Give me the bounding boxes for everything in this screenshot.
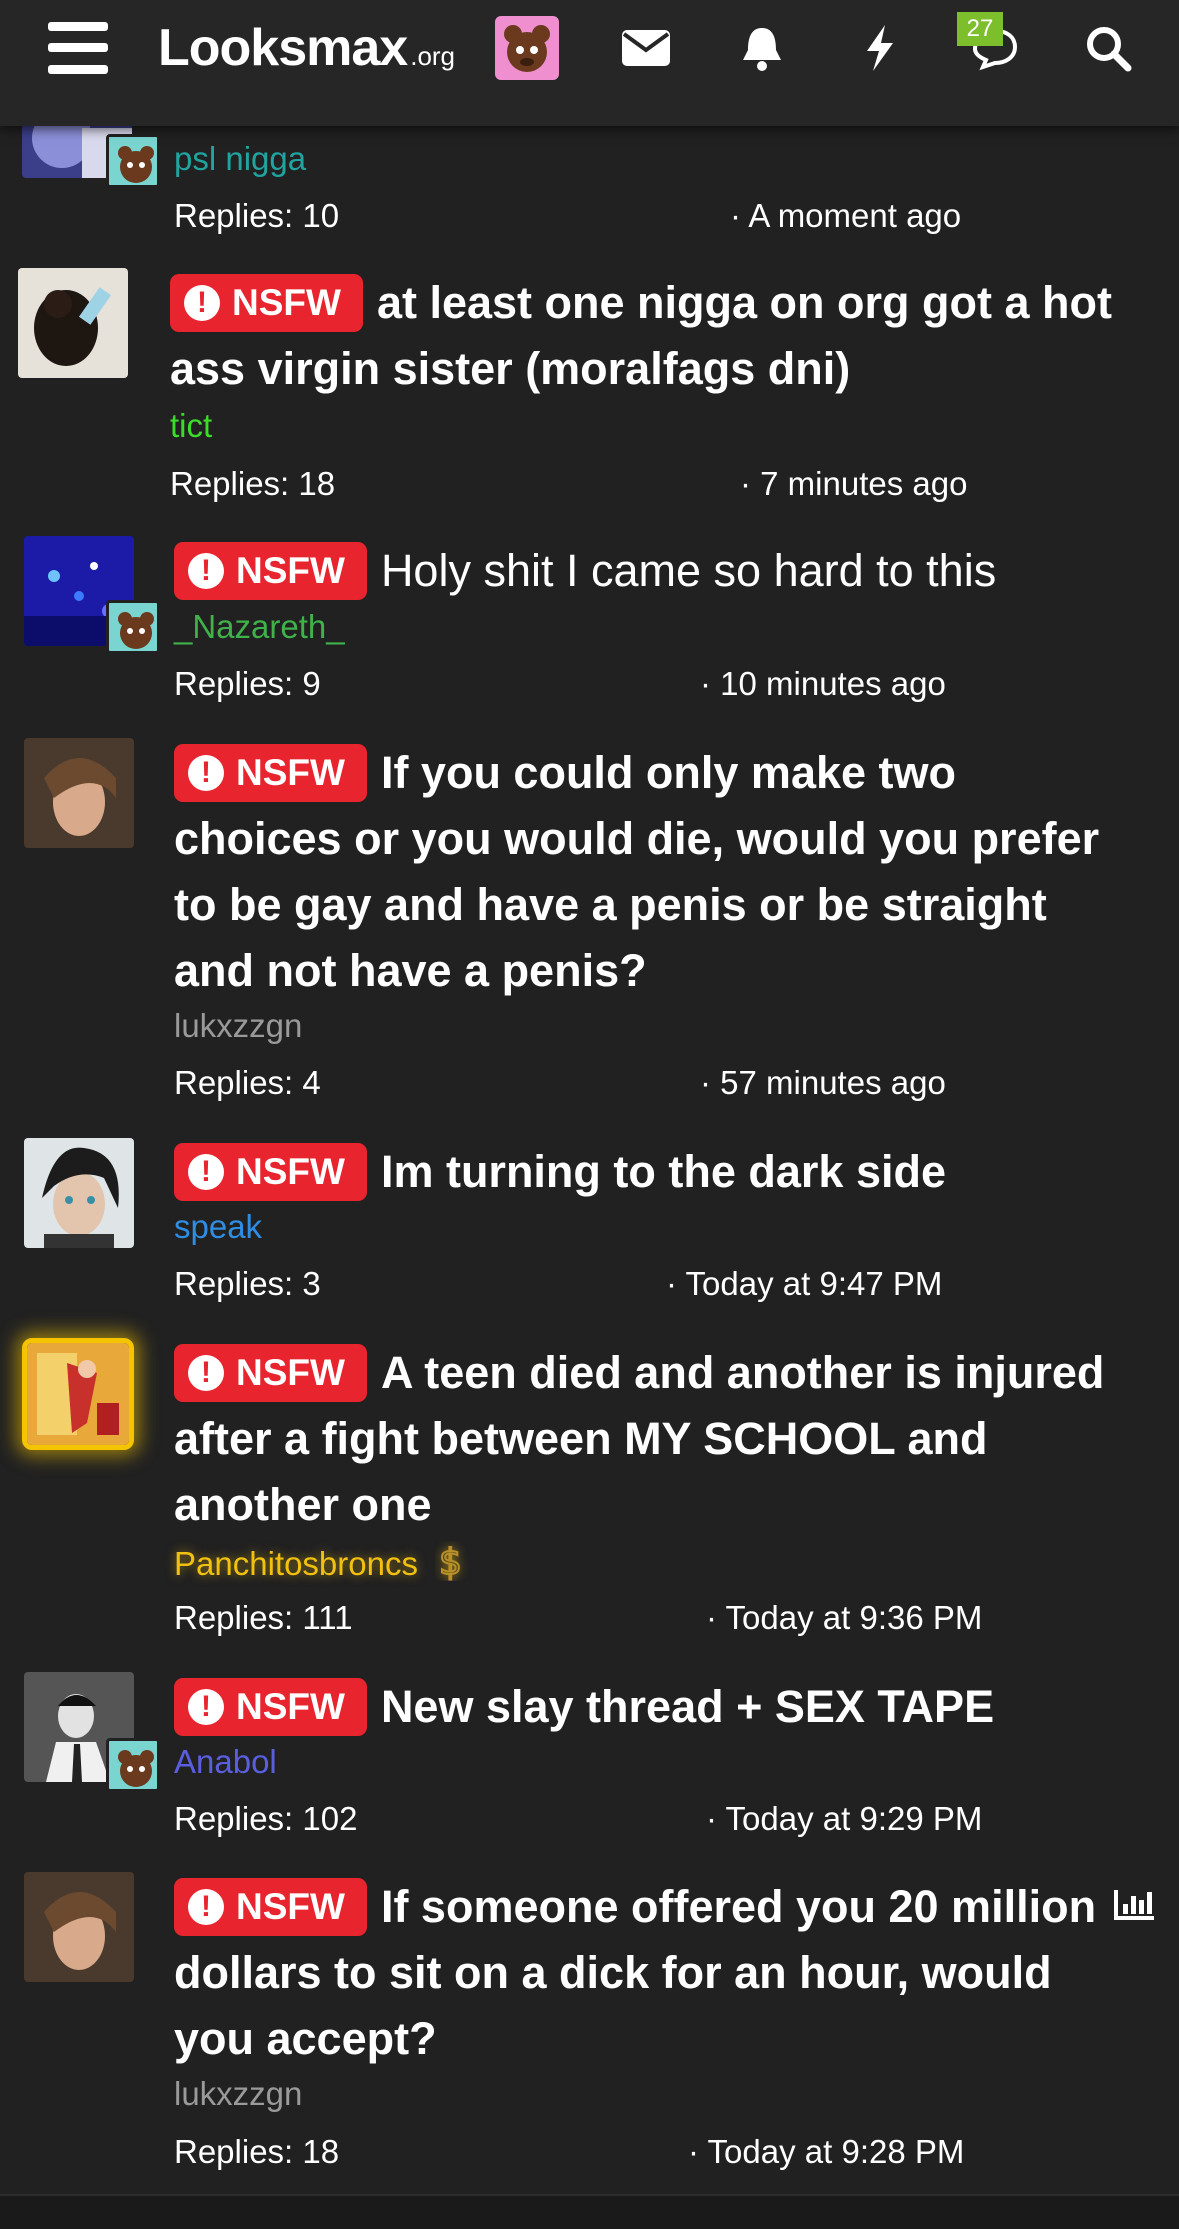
alert-icon: ! xyxy=(188,1689,224,1725)
thread-title[interactable]: ! NSFW A teen died and another is injured … xyxy=(174,1340,1134,1538)
thread-time: · Today at 9:29 PM xyxy=(706,1800,983,1837)
thread-author[interactable]: tict xyxy=(170,406,212,446)
thread-author[interactable]: psl nigga xyxy=(174,139,306,179)
thread-time: · 7 minutes ago xyxy=(740,465,968,502)
thread-title[interactable]: ! NSFW Im turning to the dark side xyxy=(174,1139,1134,1205)
poll-icon xyxy=(1112,1886,1156,1922)
menu-icon[interactable] xyxy=(48,20,108,76)
thread-time: · 10 minutes ago xyxy=(700,665,946,702)
dollar-icon: $ xyxy=(435,1541,469,1584)
thread-avatar[interactable] xyxy=(24,1872,134,1982)
thread-title[interactable]: ! NSFW at least one nigga on org got a hot… xyxy=(170,270,1130,402)
thread-avatar[interactable] xyxy=(18,268,128,378)
lightning-icon[interactable] xyxy=(844,12,916,84)
thread-time: · Today at 9:36 PM xyxy=(706,1599,983,1636)
thread-time: · 57 minutes ago xyxy=(700,1064,946,1101)
mini-avatar xyxy=(106,1738,160,1792)
alert-icon: ! xyxy=(188,1154,224,1190)
thread-replies: Replies: 4 xyxy=(174,1064,321,1101)
alert-icon: ! xyxy=(188,1355,224,1391)
thread-title[interactable]: ! NSFW If someone offered you 20 million d… xyxy=(174,1874,1104,2072)
alert-icon: ! xyxy=(188,553,224,589)
thread-title[interactable]: ! NSFW Holy shit I came so hard to this xyxy=(174,538,1134,604)
footer-divider xyxy=(0,2194,1179,2229)
thread-author[interactable]: Panchitosbroncs $ xyxy=(174,1541,469,1584)
thread-replies: Replies: 10 xyxy=(174,197,340,234)
site-logo[interactable]: Looksmax .org xyxy=(158,18,455,78)
thread-author[interactable]: _Nazareth_ xyxy=(174,607,345,647)
thread-replies: Replies: 3 xyxy=(174,1265,321,1302)
thread-title[interactable]: ! NSFW If you could only make two choices … xyxy=(174,740,1134,1004)
bell-icon[interactable] xyxy=(726,12,798,84)
chat-count-badge: 27 xyxy=(957,12,1003,46)
mini-avatar xyxy=(106,600,160,654)
nsfw-badge: ! NSFW xyxy=(174,1878,367,1936)
alert-icon: ! xyxy=(188,1889,224,1925)
thread-replies: Replies: 102 xyxy=(174,1800,358,1837)
envelope-icon[interactable] xyxy=(610,12,682,84)
nsfw-badge: ! NSFW xyxy=(170,274,363,332)
thread-replies: Replies: 18 xyxy=(174,2133,340,2170)
thread-avatar[interactable] xyxy=(24,738,134,848)
thread-author[interactable]: lukxzzgn xyxy=(174,1006,302,1046)
top-nav-bar: Looksmax .org 27 xyxy=(0,0,1179,126)
thread-author[interactable]: Anabol xyxy=(174,1742,277,1782)
nsfw-badge: ! NSFW xyxy=(174,542,367,600)
thread-avatar[interactable] xyxy=(24,1138,134,1248)
thread-time: · A moment ago xyxy=(730,197,962,234)
thread-replies: Replies: 18 xyxy=(170,465,336,502)
thread-title[interactable]: ! NSFW New slay thread + SEX TAPE xyxy=(174,1674,1134,1740)
search-icon[interactable] xyxy=(1072,12,1144,84)
thread-replies: Replies: 111 xyxy=(174,1599,353,1636)
thread-author[interactable]: speak xyxy=(174,1207,262,1247)
nsfw-badge: ! NSFW xyxy=(174,1344,367,1402)
svg-text:$: $ xyxy=(439,1542,462,1581)
nsfw-badge: ! NSFW xyxy=(174,744,367,802)
thread-author[interactable]: lukxzzgn xyxy=(174,2074,302,2114)
mini-avatar xyxy=(106,134,160,188)
thread-avatar[interactable] xyxy=(22,1338,134,1450)
nsfw-badge: ! NSFW xyxy=(174,1143,367,1201)
alert-icon: ! xyxy=(184,285,220,321)
alert-icon: ! xyxy=(188,755,224,791)
thread-time: · Today at 9:28 PM xyxy=(688,2133,965,2170)
thread-replies: Replies: 9 xyxy=(174,665,321,702)
nsfw-badge: ! NSFW xyxy=(174,1678,367,1736)
thread-time: · Today at 9:47 PM xyxy=(666,1265,943,1302)
user-avatar[interactable] xyxy=(495,16,559,80)
